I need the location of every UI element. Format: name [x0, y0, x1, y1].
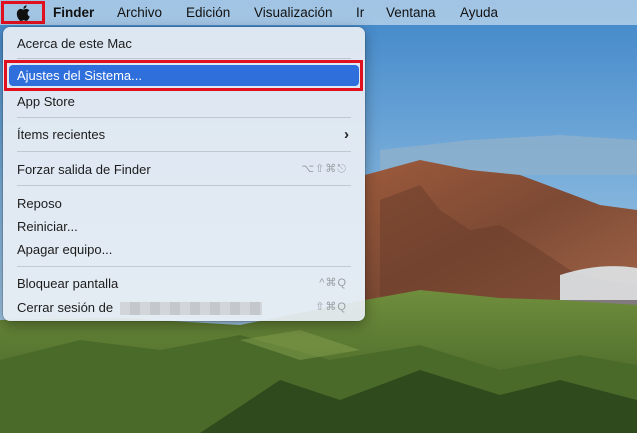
menu-bar: Finder Archivo Edición Visualización Ir … [0, 0, 637, 25]
chevron-right-icon: › [344, 126, 349, 143]
menu-item-label: Ítems recientes [17, 127, 106, 142]
menubar-item-archivo[interactable]: Archivo [117, 0, 162, 25]
menu-item-restart[interactable]: Reiniciar... [9, 216, 359, 237]
redacted-username [119, 302, 262, 316]
menu-item-label: Acerca de este Mac [17, 36, 132, 51]
menu-item-lock-screen[interactable]: Bloquear pantalla ^⌘Q [9, 273, 359, 294]
menu-separator [17, 266, 351, 267]
menubar-item-ventana[interactable]: Ventana [386, 0, 436, 25]
menu-item-label: Forzar salida de Finder [17, 162, 151, 177]
menu-item-log-out[interactable]: Cerrar sesión de ⇧⌘Q [9, 297, 359, 318]
shortcut-label: ⌥⇧⌘⎋ [301, 163, 347, 175]
shortcut-label: ⇧⌘Q [315, 301, 347, 313]
menubar-item-ayuda[interactable]: Ayuda [460, 0, 498, 25]
apple-logo-icon [16, 4, 30, 21]
menu-item-label: Reposo [17, 196, 62, 211]
menubar-item-edicion[interactable]: Edición [186, 0, 230, 25]
menu-item-app-store[interactable]: App Store [9, 91, 359, 112]
menu-item-sleep[interactable]: Reposo [9, 193, 359, 214]
menu-item-label: Apagar equipo... [17, 242, 113, 257]
apple-menu-dropdown: Acerca de este Mac Ajustes del Sistema..… [3, 27, 365, 321]
menubar-app-name[interactable]: Finder [53, 0, 94, 25]
menu-separator [17, 58, 351, 59]
menu-item-about-this-mac[interactable]: Acerca de este Mac [9, 33, 359, 54]
menu-item-force-quit[interactable]: Forzar salida de Finder ⌥⇧⌘⎋ [9, 159, 359, 180]
menu-item-label: Bloquear pantalla [17, 276, 119, 291]
menu-separator [17, 185, 351, 186]
menu-separator [17, 117, 351, 118]
menubar-item-visualizacion[interactable]: Visualización [254, 0, 333, 25]
menu-item-recent-items[interactable]: Ítems recientes › [9, 124, 359, 145]
apple-menu-button[interactable] [1, 1, 45, 24]
menu-item-shut-down[interactable]: Apagar equipo... [9, 239, 359, 260]
menu-item-label: Reiniciar... [17, 219, 78, 234]
menu-item-label: Cerrar sesión de [17, 300, 114, 315]
menubar-item-ir[interactable]: Ir [356, 0, 364, 25]
annotation-highlight-frame [4, 60, 363, 91]
menu-item-label: App Store [17, 94, 75, 109]
shortcut-label: ^⌘Q [319, 277, 347, 289]
menu-separator [17, 151, 351, 152]
